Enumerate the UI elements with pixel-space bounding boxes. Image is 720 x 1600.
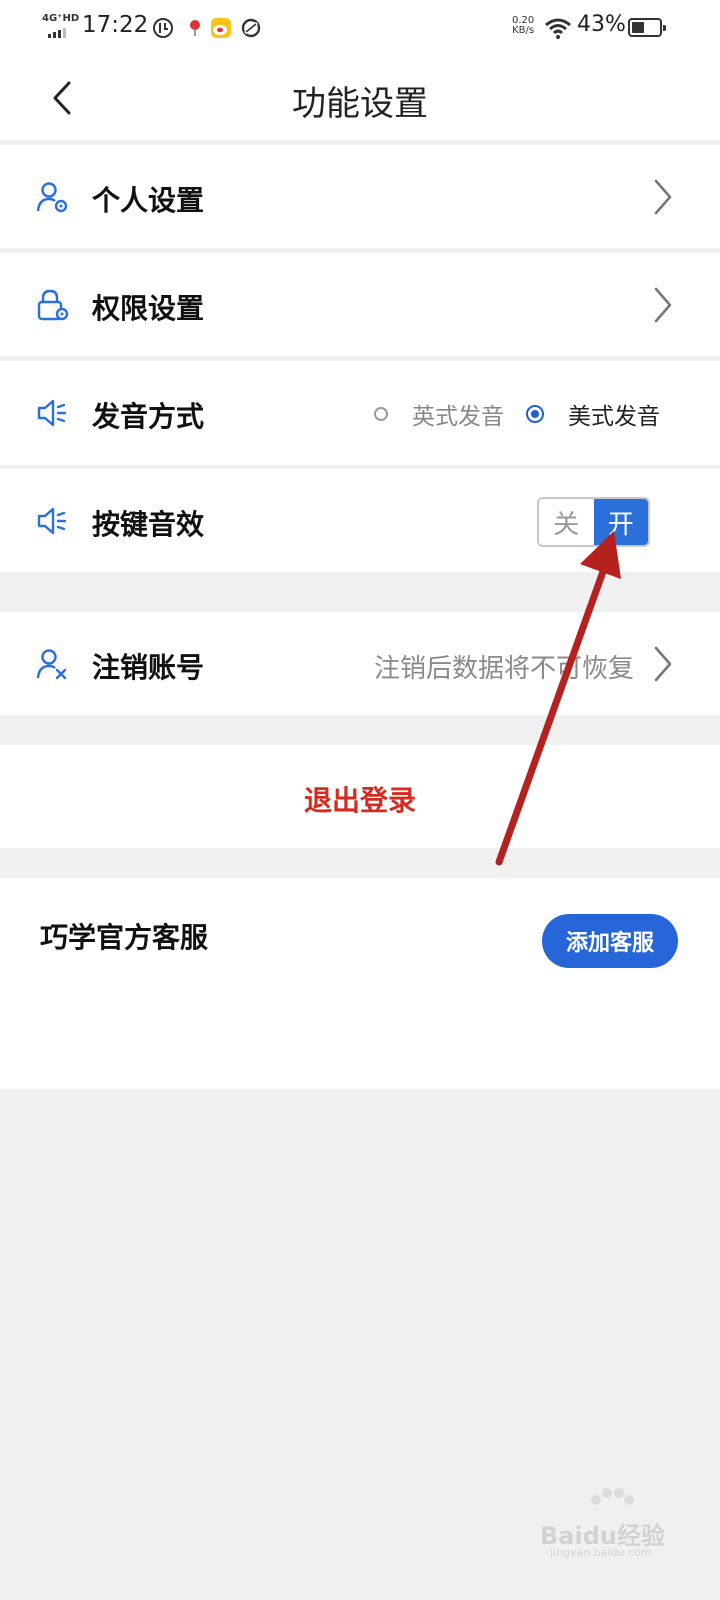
- radio-button-selected-icon: [526, 405, 544, 423]
- toggle-on-option[interactable]: 开: [593, 499, 648, 545]
- logout-row: 退出登录: [0, 745, 720, 848]
- chevron-right-icon: [654, 646, 672, 682]
- watermark-sub: jingyan.baidu.com: [550, 1546, 652, 1559]
- lock-gear-icon: [37, 289, 69, 321]
- pronunciation-radio-group: 英式发音 美式发音: [374, 361, 660, 467]
- radio-american[interactable]: 美式发音: [526, 397, 660, 431]
- weibo-icon: [211, 18, 231, 38]
- customer-service-section: 巧学官方客服 添加客服: [0, 878, 720, 1089]
- location-pin-icon: [190, 20, 200, 36]
- row-label: 个人设置: [92, 184, 205, 217]
- cancel-account-hint: 注销后数据将不可恢复: [373, 654, 634, 684]
- battery-percent: 43%: [577, 12, 626, 37]
- radio-button-icon: [374, 407, 388, 421]
- chevron-right-icon: [654, 179, 672, 215]
- chevron-right-icon: [654, 287, 672, 323]
- row-label: 发音方式: [92, 400, 205, 433]
- toggle-off-option[interactable]: 关: [539, 499, 594, 545]
- user-gear-icon: [36, 182, 68, 213]
- add-customer-service-button[interactable]: 添加客服: [542, 914, 678, 968]
- row-label: 按键音效: [92, 508, 205, 541]
- user-remove-icon: [36, 649, 67, 680]
- app-notification-icon: [153, 18, 173, 38]
- radio-british[interactable]: 英式发音: [374, 397, 504, 431]
- radio-label: 美式发音: [568, 404, 660, 430]
- page-title: 功能设置: [292, 84, 428, 124]
- speed-unit: KB/s: [512, 25, 535, 36]
- settings-row-personal[interactable]: 个人设置: [0, 145, 720, 248]
- settings-row-key-sound: 按键音效 关 开: [0, 469, 720, 572]
- sync-icon: [241, 18, 261, 38]
- settings-row-pronunciation: 发音方式 英式发音 美式发音: [0, 361, 720, 465]
- speaker-icon: [37, 399, 67, 427]
- speaker-icon: [37, 507, 67, 535]
- title-bar: 功能设置: [0, 56, 720, 140]
- network-speed: 0.20 KB/s: [512, 16, 534, 36]
- row-label: 权限设置: [92, 292, 205, 325]
- row-label: 注销账号: [92, 651, 205, 684]
- settings-row-cancel-account[interactable]: 注销账号 注销后数据将不可恢复: [0, 612, 720, 715]
- status-bar: 4G⁺HD 17:22 0.20 KB/s 43%: [0, 0, 720, 56]
- network-indicator: 4G⁺HD: [42, 13, 80, 24]
- logout-button[interactable]: 退出登录: [0, 779, 720, 819]
- wifi-icon: [545, 18, 571, 39]
- radio-label: 英式发音: [412, 404, 504, 430]
- watermark: Baidu经验 jingyan.baidu.com: [540, 1488, 670, 1560]
- battery-icon: [628, 18, 666, 37]
- customer-service-label: 巧学官方客服: [40, 921, 209, 954]
- key-sound-toggle[interactable]: 关 开: [537, 497, 650, 547]
- clock: 17:22: [82, 12, 149, 38]
- settings-row-permission[interactable]: 权限设置: [0, 253, 720, 356]
- signal-icon: [48, 28, 66, 38]
